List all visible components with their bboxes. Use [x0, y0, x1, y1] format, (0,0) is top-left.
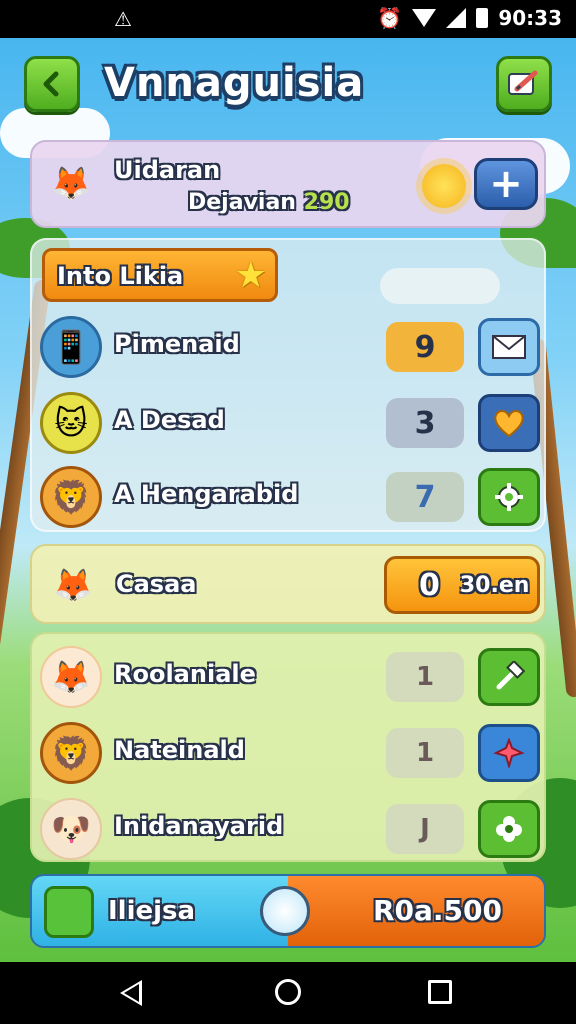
list-item[interactable]: 🐶 Inidanayarid J [32, 794, 544, 864]
list-item[interactable]: 🐱 A Desad 3 [32, 388, 544, 458]
clover-icon [496, 816, 522, 842]
fox-avatar-icon: 🦊 [40, 646, 102, 708]
mascot-icon [260, 886, 310, 936]
bottom-currency-bar[interactable]: Iliejsa R0a.500 [30, 874, 546, 948]
heart-icon [494, 410, 524, 438]
edit-button[interactable] [496, 56, 552, 112]
reward-button[interactable] [478, 724, 540, 782]
list-header: Into Likia ★ [42, 248, 278, 302]
star-ribbon-icon [493, 738, 525, 768]
back-button[interactable] [24, 56, 80, 112]
flower-button[interactable] [478, 800, 540, 858]
list-item-label: Pimenaid [114, 330, 240, 358]
list-item[interactable]: 🦁 A Hengarabid 7 [32, 462, 544, 532]
game-screen: Vnnaguisia 🦊 Uidaran Dejavian 290 + Into… [0, 38, 576, 962]
fox-avatar-icon: 🦊 [53, 566, 93, 604]
signal-icon [446, 8, 467, 28]
page-title: Vnnaguisia [104, 60, 365, 106]
list-item-label: A Hengarabid [114, 480, 299, 508]
battery-icon [476, 8, 489, 28]
status-bar: ⚠ ⏰ 90:33 [0, 0, 576, 38]
sun-icon [422, 164, 466, 208]
list-item[interactable]: 🦊 Roolaniale 1 [32, 642, 544, 712]
profile-panel: 🦊 Uidaran Dejavian 290 + [30, 140, 546, 228]
casa-label: Casaa [116, 570, 197, 598]
casa-value-pill[interactable]: 0 30.en [384, 556, 540, 614]
envelope-icon [492, 335, 526, 359]
fox-avatar: 🦊 [51, 164, 91, 202]
chevron-left-icon [43, 71, 59, 97]
list-item-label: Inidanayarid [114, 812, 284, 840]
nav-recents-icon[interactable] [428, 980, 452, 1004]
lion-avatar-icon: 🦁 [40, 466, 102, 528]
star-icon: ★ [234, 255, 267, 296]
system-nav-bar [0, 962, 576, 1024]
cat-avatar-icon: 🐱 [40, 392, 102, 454]
list-item-label: Roolaniale [114, 660, 256, 688]
count-badge: 9 [386, 322, 464, 372]
heart-button[interactable] [478, 394, 540, 452]
pet-avatar-icon: 🐶 [40, 798, 102, 860]
list-header-label: Into Likia [57, 262, 184, 290]
list-item[interactable]: 🦁 Nateinald 1 [32, 718, 544, 788]
player-score: 290 [303, 190, 350, 215]
count-badge: J [386, 804, 464, 854]
hammer-icon [496, 661, 525, 690]
nav-back-icon[interactable] [120, 980, 142, 1006]
list-item-label: A Desad [114, 406, 225, 434]
gear-icon [495, 483, 523, 511]
envelope-button[interactable] [478, 318, 540, 376]
settings-button[interactable] [478, 468, 540, 526]
wifi-icon [412, 9, 437, 27]
edit-card-icon [508, 70, 538, 95]
status-time: 90:33 [498, 6, 562, 30]
build-button[interactable] [478, 648, 540, 706]
monster-icon [44, 886, 94, 938]
nav-home-icon[interactable] [275, 979, 301, 1005]
casa-panel[interactable]: 🦊 Casaa 0 30.en [30, 544, 546, 624]
friends-list-panel: Into Likia ★ 📱 Pimenaid 9 🐱 A Desad 3 🦁 … [30, 238, 546, 532]
casa-count: 0 [419, 567, 440, 603]
status-right: ⏰ 90:33 [377, 6, 562, 30]
bottom-bar-value: R0a.500 [372, 894, 502, 927]
player-name: Uidaran [114, 156, 221, 184]
bottom-bar-label: Iliejsa [108, 896, 196, 926]
casa-amount: 30.en [459, 572, 530, 598]
list-item[interactable]: 📱 Pimenaid 9 [32, 312, 544, 382]
phone-avatar-icon: 📱 [40, 316, 102, 378]
lion-avatar-icon: 🦁 [40, 722, 102, 784]
count-badge: 1 [386, 652, 464, 702]
tasks-list-panel: 🦊 Roolaniale 1 🦁 Nateinald 1 🐶 Inidanaya… [30, 632, 546, 862]
warning-triangle-icon: ⚠ [114, 7, 132, 31]
count-badge: 7 [386, 472, 464, 522]
alarm-icon: ⏰ [377, 6, 403, 30]
count-badge: 3 [386, 398, 464, 448]
plus-icon: + [489, 161, 523, 207]
player-title: Dejavian [188, 190, 296, 215]
count-badge: 1 [386, 728, 464, 778]
list-item-label: Nateinald [114, 736, 245, 764]
player-subtitle: Dejavian 290 [188, 190, 350, 215]
add-button[interactable]: + [474, 158, 538, 210]
